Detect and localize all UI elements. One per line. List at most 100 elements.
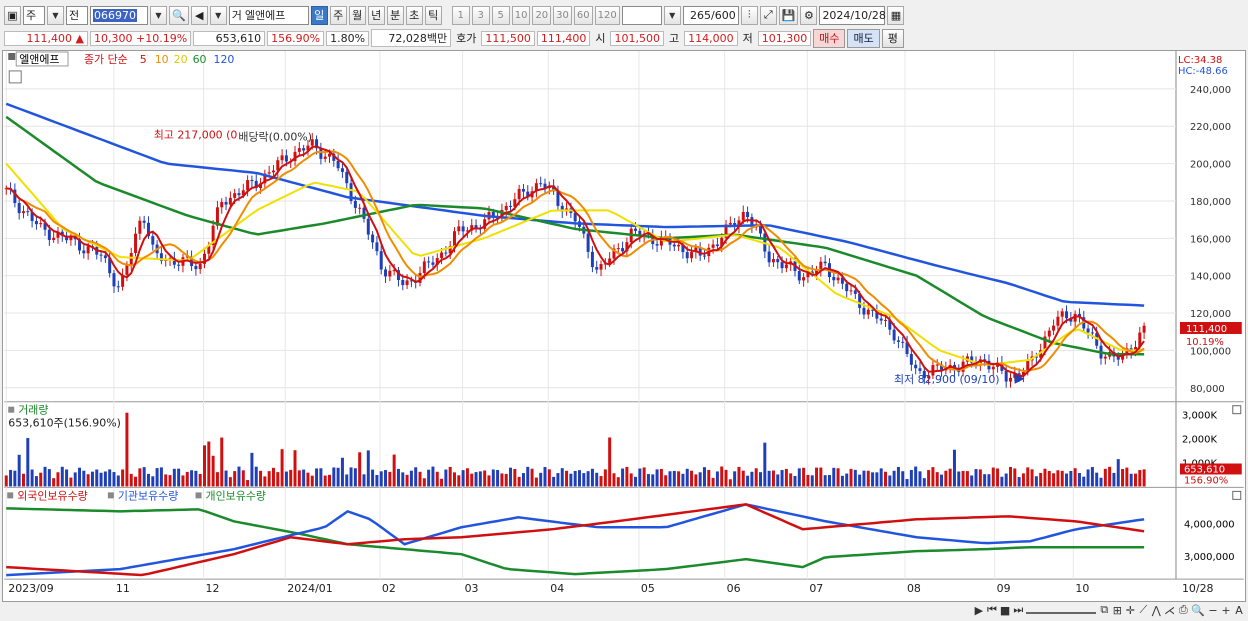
interval-30[interactable]: 30 <box>553 5 572 25</box>
interval-20[interactable]: 20 <box>532 5 552 25</box>
period-type-select[interactable]: 주 <box>23 5 45 25</box>
volume-bar <box>159 467 163 487</box>
zoom-out-icon[interactable]: − <box>1208 604 1218 617</box>
stock-code-value: 066970 <box>93 8 137 22</box>
split-view-icon[interactable]: ⧉ <box>1099 603 1109 617</box>
scroll-slider[interactable] <box>1026 606 1097 614</box>
chevron-down-icon[interactable]: ▼ <box>47 5 64 25</box>
date-input[interactable]: 2024/10/28 <box>819 5 886 25</box>
prev-select[interactable]: 전 <box>66 5 88 25</box>
stock-name-field[interactable]: 거 엘앤에프 <box>228 5 309 25</box>
volume-bar <box>892 470 896 487</box>
volume-bar <box>250 452 254 487</box>
volume-bar <box>379 471 383 487</box>
tab-week[interactable]: 주 <box>329 5 347 25</box>
volume-bar <box>293 450 297 487</box>
price-tick-label: 120,000 <box>1190 309 1231 320</box>
stock-chart[interactable]: 엘앤에프 종가 단순 5 10 20 60 120 LC:34.38 HC:-4… <box>2 50 1246 602</box>
candle-body <box>634 228 638 231</box>
chart-layout-icon[interactable]: ▣ <box>4 5 21 25</box>
eval-button[interactable]: 평 <box>881 28 904 48</box>
tab-minute[interactable]: 분 <box>386 5 404 25</box>
code-dropdown-icon[interactable]: ▼ <box>150 5 167 25</box>
volume-bar <box>353 468 357 487</box>
volume-bar <box>987 474 991 487</box>
calendar-icon[interactable]: ▦ <box>887 5 905 25</box>
print-icon[interactable]: ⎙ <box>1178 603 1188 617</box>
rewind-icon[interactable]: ⏮ <box>987 603 997 617</box>
candle-body <box>233 193 237 198</box>
count-input[interactable]: 265/600 <box>682 5 739 25</box>
buy-button[interactable]: 매수 <box>813 28 846 48</box>
stop-icon[interactable]: ■ <box>1000 604 1010 617</box>
candle-body <box>129 253 133 266</box>
grid-toggle-icon[interactable] <box>8 70 22 84</box>
volume-bar <box>345 474 349 487</box>
turnover-value: 1.80% <box>326 30 370 46</box>
x-axis-label: 03 <box>465 582 479 595</box>
volume-bar <box>125 412 129 487</box>
speaker-dropdown-icon[interactable]: ▼ <box>209 5 227 25</box>
crosshair-icon[interactable]: ✛ <box>1125 604 1135 617</box>
candle-body <box>935 364 939 366</box>
interval-120[interactable]: 120 <box>594 5 620 25</box>
speaker-icon[interactable]: ◀ <box>190 5 208 25</box>
volume-bar <box>836 468 840 487</box>
play-icon[interactable]: ▶ <box>974 604 984 617</box>
volume-bar <box>871 472 875 487</box>
compare-icon[interactable]: ⊞ <box>1112 604 1122 617</box>
sell-button[interactable]: 매도 <box>847 28 880 48</box>
volume-bar <box>108 469 112 487</box>
fast-forward-icon[interactable]: ⏭ <box>1013 603 1023 617</box>
trend-tool-icon[interactable]: ⟋ <box>1138 603 1148 617</box>
font-size-icon[interactable]: A <box>1234 604 1244 617</box>
candle-body <box>457 226 461 232</box>
date-value: 2024/10/28 <box>822 8 886 22</box>
zigzag-tool-icon[interactable]: ⋀ <box>1151 604 1161 617</box>
interval-10[interactable]: 10 <box>511 5 531 25</box>
volume-bar <box>659 468 663 487</box>
hc-label: HC:-48.66 <box>1178 66 1228 77</box>
tab-month[interactable]: 월 <box>348 5 366 25</box>
candle-type-icon[interactable]: ⫶ <box>740 5 758 25</box>
volume-close-icon[interactable] <box>1232 405 1242 415</box>
price-tick-label: 240,000 <box>1190 85 1231 96</box>
volume-bar <box>582 473 586 487</box>
inst-panel-icon[interactable] <box>107 492 114 499</box>
panel-toggle-icon[interactable] <box>8 52 16 60</box>
draw-tool-icon[interactable]: ⤢ <box>759 5 777 25</box>
candle-body <box>1103 356 1107 359</box>
indiv-panel-icon[interactable] <box>195 492 202 499</box>
stock-code-input[interactable]: 066970 <box>90 5 148 25</box>
volume-bar <box>362 474 366 487</box>
interval-5[interactable]: 5 <box>491 5 510 25</box>
volume-panel-icon[interactable] <box>8 406 15 413</box>
volume-bar <box>215 472 219 487</box>
holding-panel-icon[interactable] <box>7 492 14 499</box>
zoom-icon[interactable]: 🔍 <box>1191 604 1205 617</box>
interval-dropdown-icon[interactable]: ▼ <box>663 5 681 25</box>
interval-60[interactable]: 60 <box>573 5 593 25</box>
volume-bar <box>414 467 418 487</box>
tab-day[interactable]: 일 <box>310 5 328 25</box>
tab-second[interactable]: 초 <box>405 5 423 25</box>
interval-1[interactable]: 1 <box>451 5 470 25</box>
custom-interval-input[interactable] <box>621 5 662 25</box>
candle-body <box>323 156 327 159</box>
candle-body <box>599 264 603 270</box>
candle-body <box>616 248 620 250</box>
tab-tick[interactable]: 틱 <box>424 5 442 25</box>
fibo-tool-icon[interactable]: ⋌ <box>1164 604 1175 617</box>
volume-bar <box>17 454 21 487</box>
tab-year[interactable]: 년 <box>367 5 385 25</box>
gear-icon[interactable]: ⚙ <box>800 5 818 25</box>
interval-3[interactable]: 3 <box>471 5 490 25</box>
ask2-value: 111,400 <box>536 30 591 46</box>
save-icon[interactable]: 💾 <box>778 5 799 25</box>
volume-bar <box>69 477 73 487</box>
zoom-in-icon[interactable]: + <box>1221 604 1231 617</box>
volume-bar <box>444 469 448 487</box>
search-icon[interactable]: 🔍 <box>169 5 189 25</box>
candle-body <box>776 259 780 263</box>
holding-close-icon[interactable] <box>1232 490 1242 500</box>
